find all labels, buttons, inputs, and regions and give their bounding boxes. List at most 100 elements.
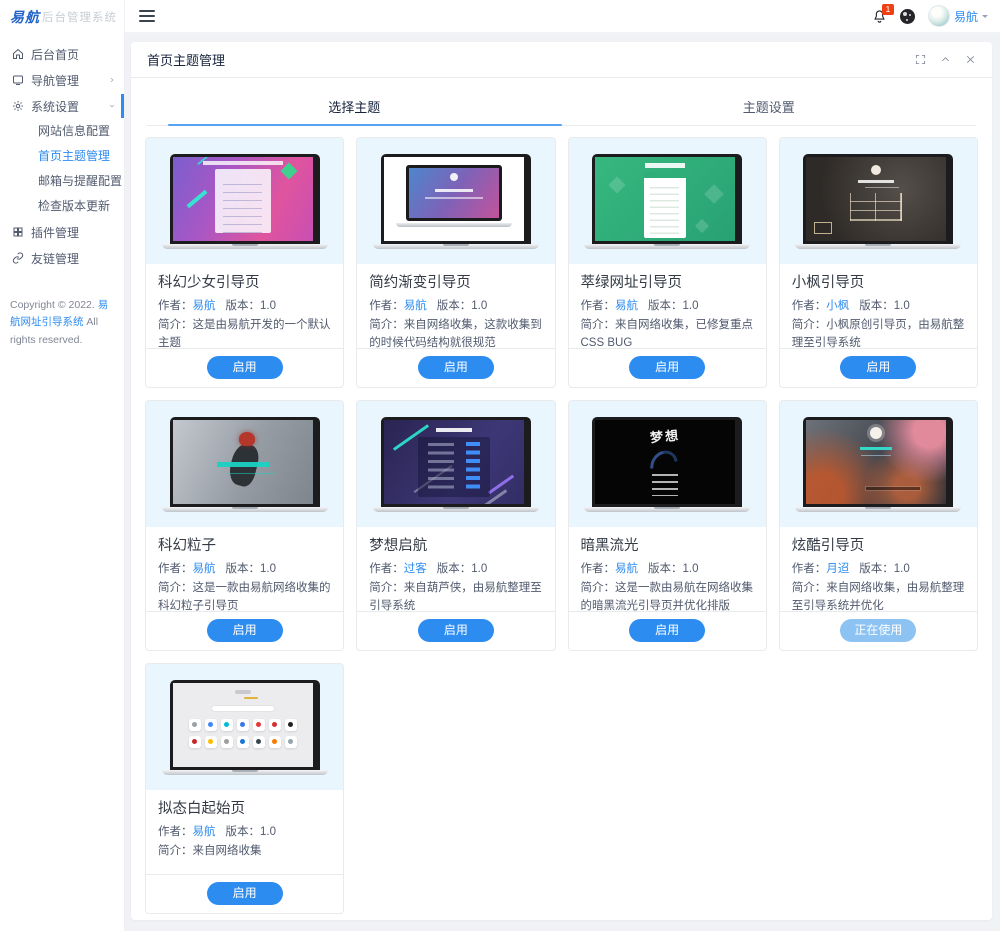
sidebar-item-plugin-manage[interactable]: 插件管理 <box>0 219 124 245</box>
desc-label: 简介： <box>580 582 616 594</box>
theme-desc: 简介：来自网络收集，已修复重点CSS BUG <box>581 317 754 348</box>
theme-thumbnail <box>357 138 555 264</box>
sidebar-item-label: 后台首页 <box>31 47 80 62</box>
author-label: 作者： <box>580 563 616 575</box>
version-label: 版本： <box>436 563 472 575</box>
laptop-mockup <box>372 416 539 512</box>
submenu-item-mail-config[interactable]: 邮箱与提醒配置 <box>0 169 124 194</box>
tab-theme-settings[interactable]: 主题设置 <box>562 91 977 125</box>
desc-label: 简介： <box>791 582 827 594</box>
copyright-prefix: Copyright © 2022. <box>10 299 98 311</box>
theme-grid: 科幻少女引导页 作者：易航 版本：1.0 简介：这是由易航开发的一个默认主题 启用… <box>131 126 992 914</box>
author-label: 作者： <box>791 300 827 312</box>
theme-card: 小枫引导页 作者：小枫 版本：1.0 简介：小枫原创引导页，由易航整理至引导系统 … <box>778 137 978 388</box>
theme-screen-art <box>172 682 313 767</box>
theme-author-link[interactable]: 易航 <box>193 563 216 575</box>
laptop-mockup <box>161 416 328 512</box>
theme-screen-art <box>595 156 736 241</box>
enable-button[interactable]: 启用 <box>417 619 494 642</box>
desc-label: 简介： <box>158 319 193 331</box>
notification-button[interactable]: 1 <box>872 3 894 24</box>
desc-label: 简介： <box>369 582 404 594</box>
version-label: 版本： <box>859 563 894 575</box>
theme-meta: 作者：易航 版本：1.0 <box>158 560 331 576</box>
copyright: Copyright © 2022. 易航网址引导系统 All rights re… <box>10 297 114 349</box>
laptop-mockup <box>795 416 962 512</box>
laptop-mockup: 梦想 <box>584 416 751 512</box>
nav-icon <box>13 75 23 85</box>
sidebar: 易航 后台管理系统 后台首页 导航管理 系统设置 网站信息配置 首页主题管理 邮… <box>0 0 125 931</box>
logo-subtitle: 后台管理系统 <box>42 11 117 24</box>
desc-label: 简介： <box>158 845 193 857</box>
theme-card: 科幻少女引导页 作者：易航 版本：1.0 简介：这是由易航开发的一个默认主题 启用 <box>145 137 345 388</box>
theme-card: 拟态白起始页 作者：易航 版本：1.0 简介：来自网络收集 启用 <box>145 663 345 914</box>
enable-button[interactable]: 启用 <box>629 619 706 642</box>
submenu-item-theme-manage[interactable]: 首页主题管理 <box>0 144 124 169</box>
submenu-item-site-info[interactable]: 网站信息配置 <box>0 119 124 144</box>
plugin-icon <box>13 227 23 237</box>
theme-screen-art <box>383 419 524 504</box>
theme-screen-art: 梦想 <box>595 419 736 504</box>
close-icon[interactable] <box>965 54 976 65</box>
version-label: 版本： <box>859 300 894 312</box>
enable-button[interactable]: 启用 <box>206 882 283 905</box>
chevron-down-icon <box>109 104 115 108</box>
theme-skin-icon[interactable] <box>899 8 915 24</box>
theme-version: 1.0 <box>893 300 910 312</box>
theme-author-link[interactable]: 易航 <box>193 300 216 312</box>
top-header: 1 易航 <box>125 0 1000 33</box>
tab-select-theme[interactable]: 选择主题 <box>147 91 562 126</box>
theme-author-link[interactable]: 易航 <box>615 300 638 312</box>
collapse-icon[interactable] <box>940 54 951 65</box>
author-label: 作者： <box>158 300 193 312</box>
theme-author-link[interactable]: 易航 <box>404 300 427 312</box>
theme-desc: 简介：来自葫芦侠，由易航整理至引导系统 <box>369 580 542 611</box>
author-label: 作者： <box>158 826 193 838</box>
sidebar-item-nav-manage[interactable]: 导航管理 <box>0 67 124 93</box>
enable-button[interactable]: 启用 <box>840 356 917 379</box>
enable-button[interactable]: 启用 <box>417 356 494 379</box>
sidebar-item-links-manage[interactable]: 友链管理 <box>0 245 124 271</box>
theme-card: 简约渐变引导页 作者：易航 版本：1.0 简介：来自网络收集，这款收集到的时候代码… <box>356 137 556 388</box>
sidebar-item-dashboard[interactable]: 后台首页 <box>0 41 124 67</box>
theme-thumbnail: 梦想 <box>568 401 766 527</box>
enable-button[interactable]: 启用 <box>206 356 283 379</box>
fullscreen-icon[interactable] <box>915 54 926 65</box>
theme-title: 科幻少女引导页 <box>158 275 260 291</box>
theme-screen-art <box>806 419 947 504</box>
theme-card: 萃绿网址引导页 作者：易航 版本：1.0 简介：来自网络收集，已修复重点CSS B… <box>567 137 767 388</box>
sidebar-item-label: 系统设置 <box>31 99 80 114</box>
version-label: 版本： <box>225 300 261 312</box>
sidebar-item-system-settings[interactable]: 系统设置 <box>0 93 124 119</box>
theme-author-link[interactable]: 小枫 <box>826 300 849 312</box>
theme-screen-art <box>806 156 947 241</box>
theme-card: 炫酷引导页 作者：月迢 版本：1.0 简介：来自网络收集，由易航整理至引导系统并优… <box>778 400 978 651</box>
enable-button[interactable]: 启用 <box>629 356 706 379</box>
theme-title: 梦想启航 <box>369 538 428 554</box>
theme-title: 暗黑流光 <box>580 538 639 554</box>
user-avatar <box>927 5 950 27</box>
main-content: 首页主题管理 选择主题 主题设置 科幻少女引导页 作者：易航 版本：1.0 简介… <box>125 33 1000 931</box>
sidebar-menu: 后台首页 导航管理 系统设置 网站信息配置 首页主题管理 邮箱与提醒配置 检查版… <box>0 41 124 271</box>
theme-author-link[interactable]: 易航 <box>615 563 638 575</box>
menu-toggle-icon[interactable] <box>139 10 155 22</box>
theme-title: 拟态白起始页 <box>158 801 245 817</box>
submenu-item-check-update[interactable]: 检查版本更新 <box>0 194 124 219</box>
desc-label: 简介： <box>791 319 827 331</box>
theme-author-link[interactable]: 月迢 <box>826 563 849 575</box>
theme-meta: 作者：小枫 版本：1.0 <box>792 297 965 313</box>
theme-author-link[interactable]: 过客 <box>404 563 427 575</box>
panel-header: 首页主题管理 <box>131 42 992 78</box>
enable-button[interactable]: 启用 <box>206 619 283 642</box>
user-menu[interactable]: 易航 <box>927 5 988 27</box>
theme-meta: 作者：易航 版本：1.0 <box>158 297 331 313</box>
in-use-button[interactable]: 正在使用 <box>840 619 917 642</box>
theme-desc: 简介：来自网络收集，由易航整理至引导系统并优化 <box>792 580 965 611</box>
app-logo[interactable]: 易航 后台管理系统 <box>0 0 124 33</box>
theme-thumbnail <box>146 664 344 790</box>
theme-author-link[interactable]: 易航 <box>193 826 216 838</box>
theme-manage-panel: 首页主题管理 选择主题 主题设置 科幻少女引导页 作者：易航 版本：1.0 简介… <box>131 42 992 920</box>
theme-version: 1.0 <box>260 300 276 312</box>
author-label: 作者： <box>369 300 404 312</box>
version-label: 版本： <box>436 300 472 312</box>
